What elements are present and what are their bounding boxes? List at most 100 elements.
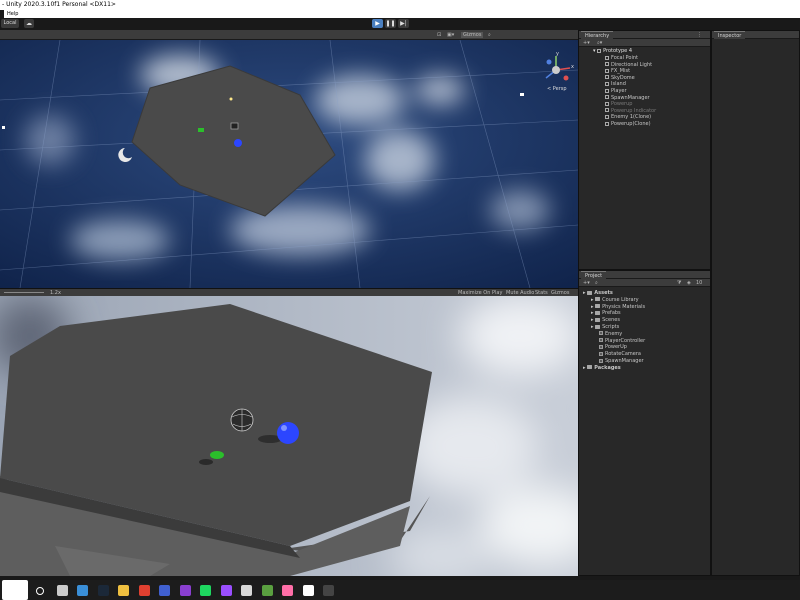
project-toolbar: +▾ ⌕ ⧩ ◈ 10 — [579, 279, 710, 287]
hierarchy-add-button[interactable]: +▾ — [583, 40, 590, 46]
app-pink-icon[interactable] — [282, 585, 293, 596]
hierarchy-item[interactable]: Focal Point — [605, 55, 638, 61]
script-icon — [599, 344, 603, 349]
gameobject-icon — [605, 68, 609, 73]
hierarchy-menu-icon[interactable]: ⋮ — [697, 32, 702, 38]
gameobject-icon — [605, 55, 609, 60]
project-folder[interactable]: ▸ Course Library — [591, 297, 639, 303]
step-icon[interactable]: ▶| — [398, 19, 409, 28]
scene-view[interactable]: ⊡ ▣▾ Gizmos ⌕ y x < Persp — [0, 30, 578, 288]
scene-viewport[interactable] — [0, 40, 578, 288]
hierarchy-item[interactable]: Enemy 1(Clone) — [605, 114, 651, 120]
hierarchy-item[interactable]: Powerup — [605, 101, 632, 107]
window-title-bar: - Unity 2020.3.10f1 Personal <DX11> — [0, 0, 800, 10]
spotify-icon[interactable] — [200, 585, 211, 596]
project-folder[interactable]: ▸ Physics Materials — [591, 304, 645, 310]
hierarchy-root[interactable]: ▾ Prototype 4 — [593, 48, 632, 54]
camera-icon[interactable]: ▣▾ — [447, 32, 454, 38]
project-folder[interactable]: ▸ Packages — [583, 365, 621, 371]
unity-editor-icon[interactable] — [323, 585, 334, 596]
pause-icon[interactable]: ❚❚ — [385, 19, 396, 28]
hierarchy-toolbar: +▾ ⌕▾ — [579, 39, 710, 47]
project-folder[interactable]: ▸ Prefabs — [591, 310, 621, 316]
hierarchy-item[interactable]: Island — [605, 81, 626, 87]
chrome-profile-icon[interactable] — [159, 585, 170, 596]
game-viewport[interactable] — [0, 296, 578, 576]
script-icon — [599, 351, 603, 356]
unity-hub-icon[interactable] — [241, 585, 252, 596]
unity-icon[interactable] — [302, 585, 314, 596]
start-search-box[interactable] — [2, 580, 28, 600]
hierarchy-item[interactable]: FX_Mist — [605, 68, 630, 74]
render-mode-icon[interactable]: ⊡ — [437, 32, 441, 38]
file-explorer-icon[interactable] — [118, 585, 129, 596]
inspector-panel: Inspector — [711, 30, 800, 576]
asset-count: 10 — [696, 280, 703, 286]
app-purple-icon[interactable] — [220, 585, 232, 596]
player-highlight — [281, 425, 287, 431]
project-script[interactable]: RotateCamera — [599, 351, 641, 357]
scene-toolbar: ⊡ ▣▾ Gizmos ⌕ — [0, 30, 578, 40]
scene-search-icon[interactable]: ⌕ — [488, 32, 491, 38]
gizmo-x-label: x — [571, 64, 574, 70]
account-button[interactable]: Local — [1, 19, 19, 28]
project-script[interactable]: PowerUp — [599, 344, 627, 350]
gameobject-icon — [605, 108, 609, 113]
gameobject-icon — [605, 75, 609, 80]
game-powerup[interactable] — [210, 451, 224, 459]
scale-slider[interactable] — [4, 292, 44, 293]
folder-icon — [595, 310, 601, 315]
tab-project[interactable]: Project — [581, 271, 607, 279]
steam-icon[interactable] — [97, 585, 109, 596]
project-script[interactable]: SpawnManager — [599, 358, 644, 364]
minecraft-icon[interactable] — [261, 585, 273, 596]
hierarchy-search-icon[interactable]: ⌕▾ — [597, 40, 602, 46]
tab-hierarchy[interactable]: Hierarchy — [581, 31, 614, 39]
powerup-object[interactable] — [198, 128, 204, 132]
enemy-object[interactable] — [230, 122, 239, 130]
task-view-icon[interactable] — [56, 585, 68, 596]
persp-label[interactable]: < Persp — [547, 86, 567, 92]
hierarchy-item[interactable]: SkyDome — [605, 75, 635, 81]
hierarchy-item[interactable]: Player — [605, 88, 627, 94]
scene-icon — [597, 48, 602, 53]
taskbar — [0, 580, 800, 600]
game-toolbar: 1.2x Maximize On Play Mute Audio Stats G… — [0, 288, 578, 296]
hierarchy-item[interactable]: Powerup(Clone) — [605, 121, 651, 127]
player-object[interactable] — [234, 139, 242, 147]
project-folder[interactable]: ▸ Scenes — [591, 317, 620, 323]
gameobject-icon — [605, 121, 609, 126]
gameobject-icon — [605, 88, 609, 93]
folder-icon — [595, 297, 601, 302]
project-add-button[interactable]: +▾ — [583, 280, 590, 286]
tab-inspector[interactable]: Inspector — [714, 31, 746, 39]
project-panel: Project +▾ ⌕ ⧩ ◈ 10 ▸ Assets ▸ Course Lib… — [578, 270, 711, 576]
menu-help[interactable]: Help — [7, 10, 18, 18]
label-icon[interactable]: ◈ — [687, 280, 691, 286]
hierarchy-item[interactable]: Powerup Indicator — [605, 108, 656, 114]
powerup-shadow — [199, 459, 213, 465]
scene-gizmos-button[interactable]: Gizmos — [461, 32, 484, 38]
project-folder[interactable]: ▸ Assets — [583, 290, 613, 296]
filter-icon[interactable]: ⧩ — [677, 280, 681, 286]
game-player-ball[interactable] — [277, 422, 299, 444]
folder-icon — [595, 304, 601, 309]
visual-studio-icon[interactable] — [179, 585, 191, 596]
project-search-icon[interactable]: ⌕ — [595, 280, 598, 286]
hierarchy-tab-bar: Hierarchy ⋮ — [579, 31, 710, 39]
search-circle-icon[interactable] — [36, 587, 44, 595]
gameobject-icon — [605, 62, 609, 67]
gameobject-icon — [605, 101, 609, 106]
hierarchy-item[interactable]: SpawnManager — [605, 95, 650, 101]
window-title: - Unity 2020.3.10f1 Personal <DX11> — [2, 1, 116, 8]
folder-icon — [595, 324, 601, 329]
project-script[interactable]: Enemy — [599, 331, 622, 337]
project-folder[interactable]: ▸ Scripts — [591, 324, 619, 330]
play-icon[interactable]: ▶ — [372, 19, 383, 28]
project-script[interactable]: PlayerController — [599, 338, 645, 344]
chrome-icon[interactable] — [138, 585, 150, 596]
gizmo-y-label: y — [556, 51, 559, 57]
calculator-icon[interactable] — [77, 585, 88, 596]
hierarchy-item[interactable]: Directional Light — [605, 62, 652, 68]
cloud-icon[interactable]: ☁ — [24, 19, 34, 28]
